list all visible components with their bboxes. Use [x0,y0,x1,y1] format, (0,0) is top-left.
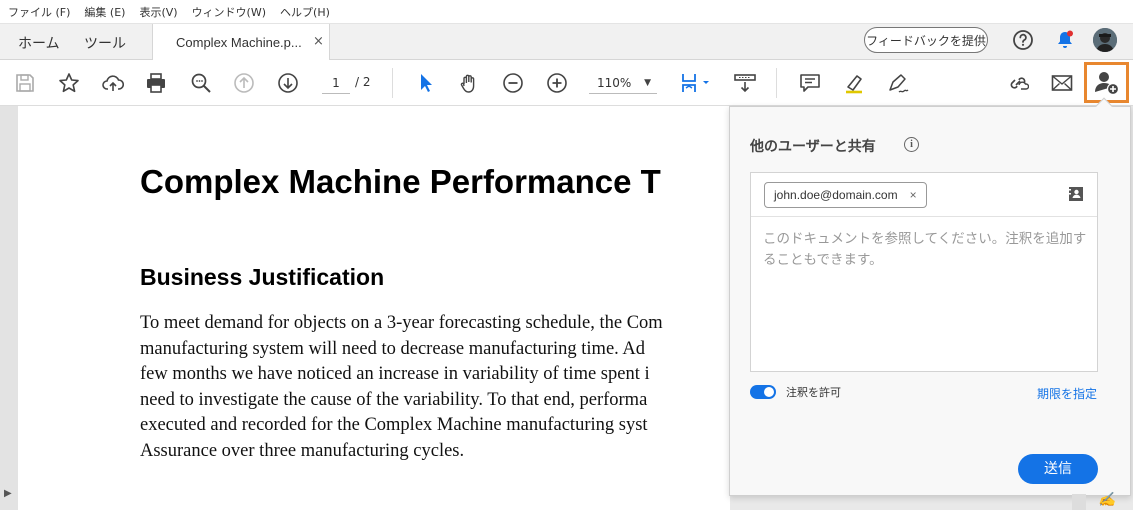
expand-left-panel-icon[interactable]: ▶ [4,488,12,499]
email-icon[interactable] [1049,70,1075,96]
notification-bell-icon[interactable] [1054,29,1076,51]
left-panel-strip [0,106,18,510]
sign-icon[interactable] [885,70,911,96]
page-total-label: / 2 [355,75,371,89]
set-deadline-link[interactable]: 期限を指定 [1037,385,1097,402]
menu-file[interactable]: ファイル (F) [8,4,70,20]
select-cursor-icon[interactable] [412,70,438,96]
comment-icon[interactable] [797,70,823,96]
scrollbar-arrow[interactable] [1072,494,1086,510]
main-toolbar: 1 / 2 110% ▼ [0,60,1133,106]
share-button[interactable] [1084,62,1129,103]
page-fit-icon[interactable] [676,70,712,96]
share-panel-title: 他のユーザーと共有 [750,139,876,155]
info-icon[interactable]: i [904,137,919,152]
menu-bar: ファイル (F) 編集 (E) 表示(V) ウィンドウ(W) ヘルプ(H) [0,0,1133,24]
zoom-select[interactable]: 110% ▼ [589,72,657,94]
share-user-icon [1095,72,1120,96]
paragraph-line: few months we have noticed an increase i… [140,364,650,384]
menu-edit[interactable]: 編集 (E) [84,4,125,20]
highlight-icon[interactable] [841,70,867,96]
zoom-out-icon[interactable] [500,70,526,96]
tab-bar: ホーム ツール Complex Machine.p... × フィードバックを提… [0,24,1133,60]
avatar[interactable] [1093,28,1117,52]
paragraph-line: manufacturing system will need to decrea… [140,338,645,359]
share-panel: 他のユーザーと共有 i john.doe@domain.com × このドキュメ… [729,106,1131,496]
toggle-knob [764,387,774,397]
toolbar-divider [776,68,777,98]
scroll-mode-icon[interactable] [732,70,758,96]
tab-tools[interactable]: ツール [84,33,126,53]
paragraph-line: Assurance over three manufacturing cycle… [140,440,465,461]
page-number-input[interactable]: 1 [322,72,350,94]
paragraph-line: need to investigate the cause of the var… [140,389,648,410]
zoom-value: 110% [597,76,632,90]
menu-window[interactable]: ウィンドウ(W) [192,4,266,20]
page-up-icon[interactable] [231,70,257,96]
tab-close-icon[interactable]: × [313,34,324,49]
zoom-search-icon[interactable] [188,70,214,96]
upload-cloud-icon[interactable] [100,70,126,96]
recipient-field[interactable]: john.doe@domain.com × [751,173,1097,217]
save-icon[interactable] [12,70,38,96]
send-button[interactable]: 送信 [1018,454,1098,484]
document-title: Complex Machine Performance T [140,163,661,200]
tab-document-label: Complex Machine.p... [176,35,302,50]
remove-recipient-icon[interactable]: × [910,183,917,207]
share-form-box: john.doe@domain.com × このドキュメントを参照してください。… [750,172,1098,372]
paragraph-line: To meet demand for objects on a 3-year f… [140,313,663,333]
menu-view[interactable]: 表示(V) [139,4,177,20]
message-textarea[interactable]: このドキュメントを参照してください。注釈を追加することもできます。 [763,229,1093,271]
feedback-button[interactable]: フィードバックを提供 [864,27,988,53]
document-page: Complex Machine Performance T Business J… [18,106,730,510]
document-paragraph: To meet demand for objects on a 3-year f… [140,311,730,464]
allow-comments-toggle[interactable] [750,385,776,399]
zoom-in-icon[interactable] [544,70,570,96]
recipient-email: john.doe@domain.com [774,188,898,202]
paragraph-line: executed and recorded for the Complex Ma… [140,415,648,435]
recipient-chip: john.doe@domain.com × [764,182,927,208]
tab-document[interactable]: Complex Machine.p... × [152,24,330,60]
print-icon[interactable] [143,70,169,96]
document-heading: Business Justification [140,264,385,290]
hand-icon[interactable] [456,70,482,96]
fill-sign-icon[interactable]: ✍ [1098,492,1115,508]
chevron-down-icon: ▼ [644,78,651,88]
bookmark-star-icon[interactable] [56,70,82,96]
address-book-icon[interactable] [1068,186,1084,202]
tab-home[interactable]: ホーム [18,33,60,53]
page-down-icon[interactable] [275,70,301,96]
link-icon[interactable] [1005,70,1031,96]
menu-help[interactable]: ヘルプ(H) [280,4,330,20]
allow-comments-label: 注釈を許可 [786,386,841,399]
toolbar-divider [392,68,393,98]
help-icon[interactable] [1012,29,1034,51]
